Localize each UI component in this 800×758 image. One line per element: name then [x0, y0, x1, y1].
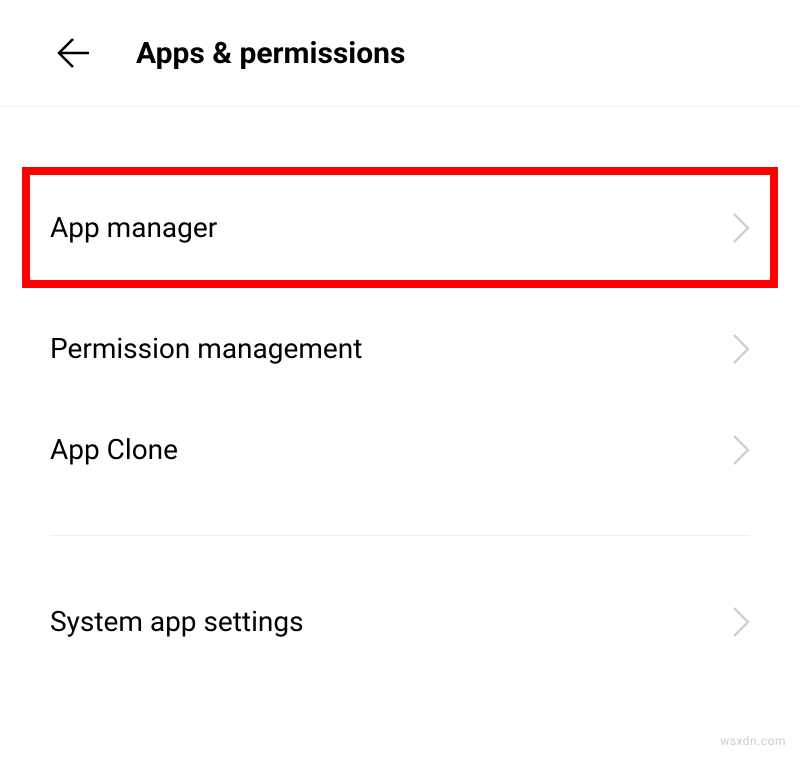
watermark: wsxdn.com: [720, 734, 786, 748]
list-item-label: App Clone: [50, 433, 178, 466]
list-item-label: App manager: [50, 211, 217, 244]
header-bar: Apps & permissions: [0, 0, 800, 107]
list-item-wrapper: App manager: [0, 177, 800, 278]
page-title: Apps & permissions: [136, 36, 405, 71]
chevron-right-icon: [732, 434, 750, 466]
list-item-app-clone[interactable]: App Clone: [0, 399, 800, 500]
section-divider: [50, 535, 750, 536]
list-item-label: Permission management: [50, 332, 362, 365]
settings-group-2: System app settings: [0, 571, 800, 672]
chevron-right-icon: [732, 212, 750, 244]
list-item-app-manager[interactable]: App manager: [0, 177, 800, 278]
list-item-label: System app settings: [50, 605, 304, 638]
list-item-system-app-settings[interactable]: System app settings: [0, 571, 800, 672]
back-button[interactable]: [55, 35, 91, 71]
settings-group-1: App manager Permission management App Cl…: [0, 177, 800, 500]
arrow-left-icon: [55, 35, 91, 71]
list-item-permission-management[interactable]: Permission management: [0, 298, 800, 399]
chevron-right-icon: [732, 606, 750, 638]
chevron-right-icon: [732, 333, 750, 365]
settings-content: App manager Permission management App Cl…: [0, 107, 800, 672]
